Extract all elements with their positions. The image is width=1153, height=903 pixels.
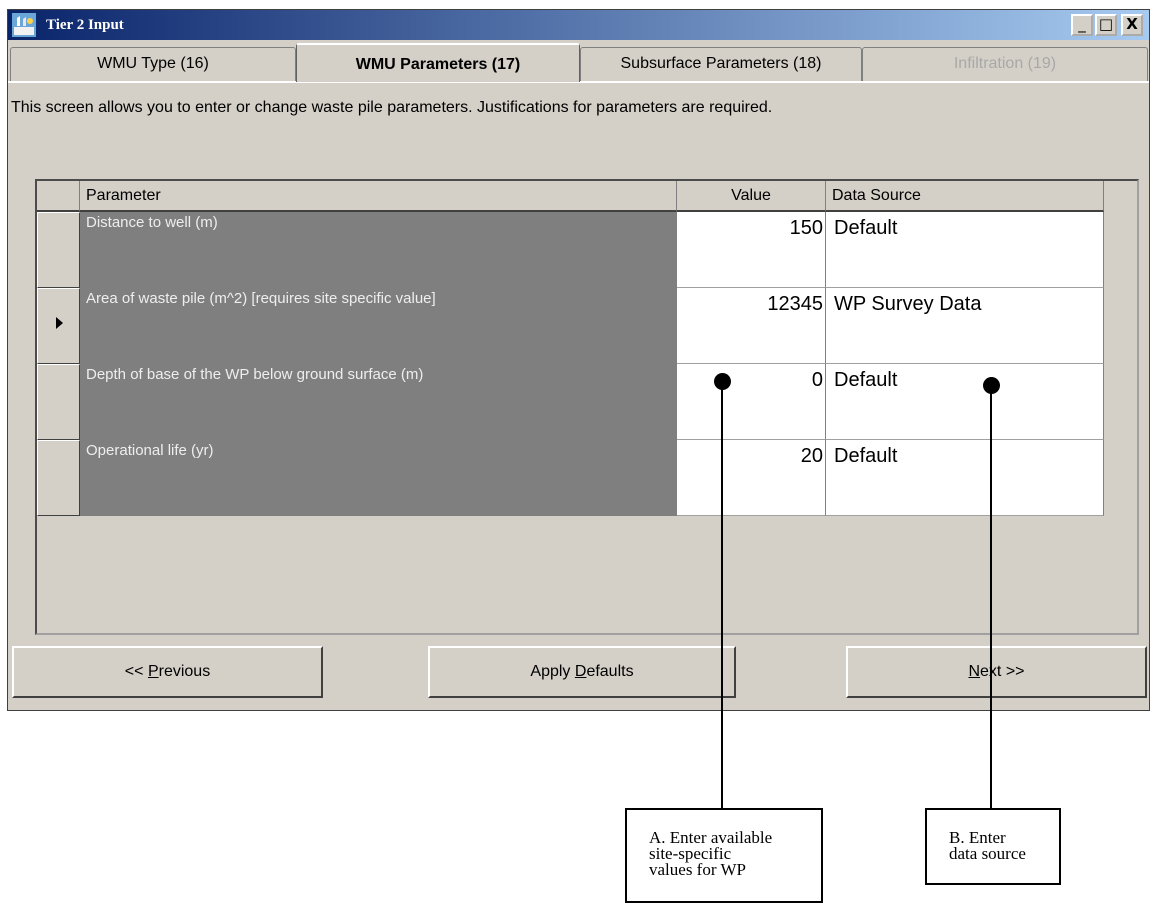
annotation-b-leader-line: [990, 385, 992, 809]
previous-button-label: << Previous: [124, 663, 211, 680]
tab-subsurface-parameters[interactable]: Subsurface Parameters (18): [580, 47, 862, 81]
next-button-label: Next >>: [968, 663, 1025, 680]
instructions-text: This screen allows you to enter or chang…: [11, 99, 773, 116]
annotation-a-line3: values for WP: [649, 860, 746, 879]
data-source-cell[interactable]: WP Survey Data: [826, 288, 1104, 364]
value-cell[interactable]: 0: [677, 364, 826, 440]
value-cell[interactable]: 20: [677, 440, 826, 516]
current-row-arrow-icon: [56, 317, 63, 329]
window-title: Tier 2 Input: [46, 17, 124, 33]
parameter-cell: Operational life (yr): [80, 440, 677, 516]
tab-wmu-parameters[interactable]: WMU Parameters (17): [296, 43, 580, 82]
column-header-value[interactable]: Value: [677, 181, 826, 212]
tab-panel: This screen allows you to enter or chang…: [8, 81, 1149, 649]
close-button[interactable]: X: [1121, 14, 1143, 36]
annotation-a-callout: A. Enter available site-specific values …: [625, 808, 823, 903]
title-bar[interactable]: Tier 2 Input _ □ X: [8, 10, 1149, 40]
annotation-b-line2: data source: [949, 844, 1026, 863]
tier2-input-window: Tier 2 Input _ □ X WMU Type (16) WMU Par…: [7, 9, 1150, 711]
parameter-cell: Distance to well (m): [80, 212, 677, 288]
tab-infiltration: Infiltration (19): [862, 47, 1148, 81]
row-selector-current[interactable]: [37, 288, 80, 364]
data-source-cell[interactable]: Default: [826, 364, 1104, 440]
data-source-cell[interactable]: Default: [826, 212, 1104, 288]
row-selector[interactable]: [37, 212, 80, 288]
annotation-b-callout: B. Enter data source: [925, 808, 1061, 885]
annotation-a-leader-line: [721, 381, 723, 809]
minimize-button[interactable]: _: [1071, 14, 1093, 36]
column-header-parameter[interactable]: Parameter: [80, 181, 677, 212]
apply-defaults-button-label: Apply Defaults: [530, 663, 634, 680]
previous-button[interactable]: << Previous: [12, 646, 323, 698]
grid-corner-header: [37, 181, 80, 212]
parameter-grid: Parameter Value Data Source Distance to …: [35, 179, 1139, 635]
value-cell[interactable]: 150: [677, 212, 826, 288]
row-selector[interactable]: [37, 364, 80, 440]
tab-wmu-type[interactable]: WMU Type (16): [10, 47, 296, 81]
row-selector[interactable]: [37, 440, 80, 516]
apply-defaults-button[interactable]: Apply Defaults: [428, 646, 736, 698]
parameter-cell: Area of waste pile (m^2) [requires site …: [80, 288, 677, 364]
parameter-cell: Depth of base of the WP below ground sur…: [80, 364, 677, 440]
column-header-data-source[interactable]: Data Source: [826, 181, 1104, 212]
app-icon: [12, 13, 36, 37]
data-source-cell[interactable]: Default: [826, 440, 1104, 516]
next-button[interactable]: Next >>: [846, 646, 1147, 698]
maximize-button[interactable]: □: [1095, 14, 1117, 36]
value-cell[interactable]: 12345: [677, 288, 826, 364]
